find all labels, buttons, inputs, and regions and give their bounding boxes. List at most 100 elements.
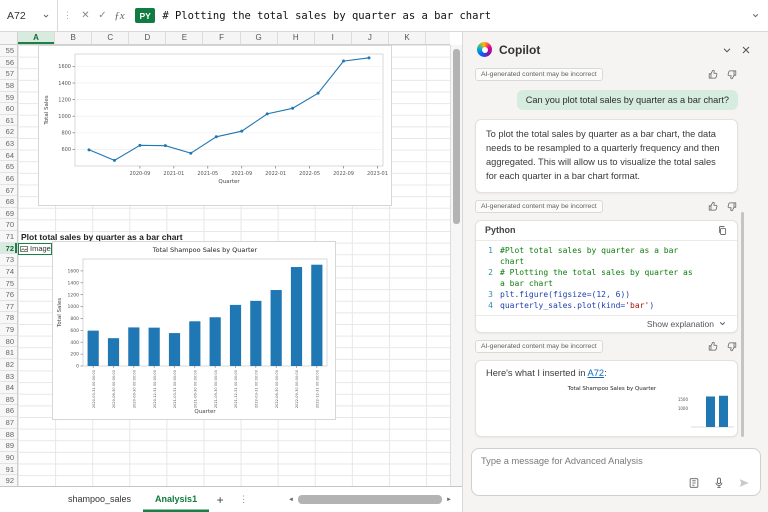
row-header-90[interactable]: 90 [0, 452, 17, 464]
row-header-68[interactable]: 68 [0, 196, 17, 208]
cancel-button[interactable]: ✕ [77, 10, 94, 21]
row-header-81[interactable]: 81 [0, 347, 17, 359]
svg-text:2022-05: 2022-05 [299, 171, 320, 177]
code-line-2: 2# Plotting the total sales by quarter a… [483, 267, 730, 289]
microphone-icon[interactable] [713, 477, 725, 489]
column-header-k[interactable]: K [389, 32, 426, 44]
assistant-message: To plot the total sales by quarter as a … [475, 119, 738, 193]
cell-link-a72[interactable]: A72 [588, 368, 605, 378]
copilot-scrollbar-thumb[interactable] [741, 212, 744, 437]
row-header-65[interactable]: 65 [0, 161, 17, 173]
row-header-62[interactable]: 62 [0, 126, 17, 138]
copilot-scrollbar[interactable] [741, 212, 744, 437]
column-header-j[interactable]: J [352, 32, 389, 44]
row-header-61[interactable]: 61 [0, 115, 17, 127]
row-header-82[interactable]: 82 [0, 359, 17, 371]
row-header-73[interactable]: 73 [0, 254, 17, 266]
ai-disclaimer: AI-generated content may be incorrect [475, 200, 603, 213]
copilot-input-box[interactable] [471, 448, 761, 496]
send-icon[interactable] [738, 477, 750, 489]
row-header-78[interactable]: 78 [0, 312, 17, 324]
show-explanation-button[interactable]: Show explanation [647, 319, 714, 329]
column-header-d[interactable]: D [129, 32, 166, 44]
row-header-75[interactable]: 75 [0, 278, 17, 290]
row-header-83[interactable]: 83 [0, 371, 17, 383]
row-header-76[interactable]: 76 [0, 289, 17, 301]
chevron-down-icon[interactable] [718, 319, 727, 328]
inserted-prefix: Here's what I inserted in [486, 368, 588, 378]
column-header-c[interactable]: C [92, 32, 129, 44]
row-header-86[interactable]: 86 [0, 405, 17, 417]
row-header-87[interactable]: 87 [0, 417, 17, 429]
svg-text:2022-03-31 00:00:00: 2022-03-31 00:00:00 [254, 369, 258, 408]
column-header-b[interactable]: B [55, 32, 92, 44]
row-header-58[interactable]: 58 [0, 80, 17, 92]
insert-function-button[interactable]: ƒx [111, 10, 128, 22]
row-header-59[interactable]: 59 [0, 92, 17, 104]
thumbs-down-icon[interactable] [727, 69, 738, 80]
row-header-56[interactable]: 56 [0, 57, 17, 69]
add-sheet-button[interactable]: + [209, 493, 231, 507]
collapse-panel-icon[interactable] [721, 44, 733, 56]
row-header-66[interactable]: 66 [0, 173, 17, 185]
row-header-55[interactable]: 55 [0, 45, 17, 57]
row-header-74[interactable]: 74 [0, 266, 17, 278]
row-header-91[interactable]: 91 [0, 464, 17, 476]
vertical-scrollbar[interactable] [450, 45, 462, 486]
row-header-92[interactable]: 92 [0, 475, 17, 486]
row-header-69[interactable]: 69 [0, 208, 17, 220]
row-header-88[interactable]: 88 [0, 429, 17, 441]
column-header-f[interactable]: F [203, 32, 240, 44]
thumbs-up-icon[interactable] [707, 69, 718, 80]
row-header-77[interactable]: 77 [0, 301, 17, 313]
close-panel-icon[interactable] [740, 44, 752, 56]
enter-button[interactable]: ✓ [94, 10, 111, 21]
row-header-63[interactable]: 63 [0, 138, 17, 150]
svg-text:2022-09: 2022-09 [333, 171, 354, 177]
row-header-79[interactable]: 79 [0, 324, 17, 336]
python-badge[interactable]: PY [135, 8, 155, 23]
row-header-57[interactable]: 57 [0, 68, 17, 80]
scroll-right-icon[interactable]: ► [444, 497, 454, 503]
formula-input[interactable]: # Plotting the total sales by quarter as… [162, 10, 751, 22]
row-header-84[interactable]: 84 [0, 382, 17, 394]
sheet-options-icon[interactable]: ⋮ [239, 494, 248, 505]
column-header-i[interactable]: I [315, 32, 352, 44]
column-header-a[interactable]: A [18, 32, 55, 44]
row-header-70[interactable]: 70 [0, 219, 17, 231]
scroll-left-icon[interactable]: ◄ [286, 497, 296, 503]
thumbs-down-icon[interactable] [727, 341, 738, 352]
row-header-85[interactable]: 85 [0, 394, 17, 406]
column-header-g[interactable]: G [241, 32, 278, 44]
select-all-corner[interactable] [0, 32, 18, 44]
expand-formula-bar-icon[interactable] [751, 11, 760, 20]
horizontal-scrollbar[interactable]: ◄ ► [286, 493, 454, 506]
row-header-67[interactable]: 67 [0, 185, 17, 197]
svg-text:Total Shampoo Sales by Quarter: Total Shampoo Sales by Quarter [567, 386, 657, 392]
column-header-h[interactable]: H [278, 32, 315, 44]
thumbs-up-icon[interactable] [707, 341, 718, 352]
line-chart-object[interactable]: 60080010001200140016002020-092021-012021… [38, 45, 392, 206]
row-header-64[interactable]: 64 [0, 150, 17, 162]
spreadsheet-grid[interactable]: 5556575859606162636465666768697071727374… [0, 45, 450, 486]
thumbs-down-icon[interactable] [727, 201, 738, 212]
row-header-71[interactable]: 71 [0, 231, 17, 243]
name-box[interactable]: A72 [0, 0, 58, 31]
row-header-80[interactable]: 80 [0, 336, 17, 348]
column-header-e[interactable]: E [166, 32, 203, 44]
message-input[interactable] [481, 456, 721, 482]
sheet-tab-analysis1[interactable]: Analysis1 [143, 487, 209, 512]
horizontal-scrollbar-thumb[interactable] [298, 495, 442, 504]
row-header-60[interactable]: 60 [0, 103, 17, 115]
row-header-89[interactable]: 89 [0, 440, 17, 452]
sheet-tab-shampoo-sales[interactable]: shampoo_sales [56, 487, 143, 512]
vertical-scrollbar-thumb[interactable] [453, 49, 460, 224]
copy-code-icon[interactable] [717, 225, 728, 236]
row-header-72[interactable]: 72 [0, 243, 17, 255]
code-lines[interactable]: 1#Plot total sales by quarter as a bar c… [476, 241, 737, 315]
thumbs-up-icon[interactable] [707, 201, 718, 212]
selected-cell-a72[interactable]: Image [18, 243, 52, 256]
bar-chart-object[interactable]: Total Shampoo Sales by Quarter0200400600… [52, 241, 336, 420]
prompt-library-icon[interactable] [688, 477, 700, 489]
svg-text:2021-09: 2021-09 [231, 171, 252, 177]
